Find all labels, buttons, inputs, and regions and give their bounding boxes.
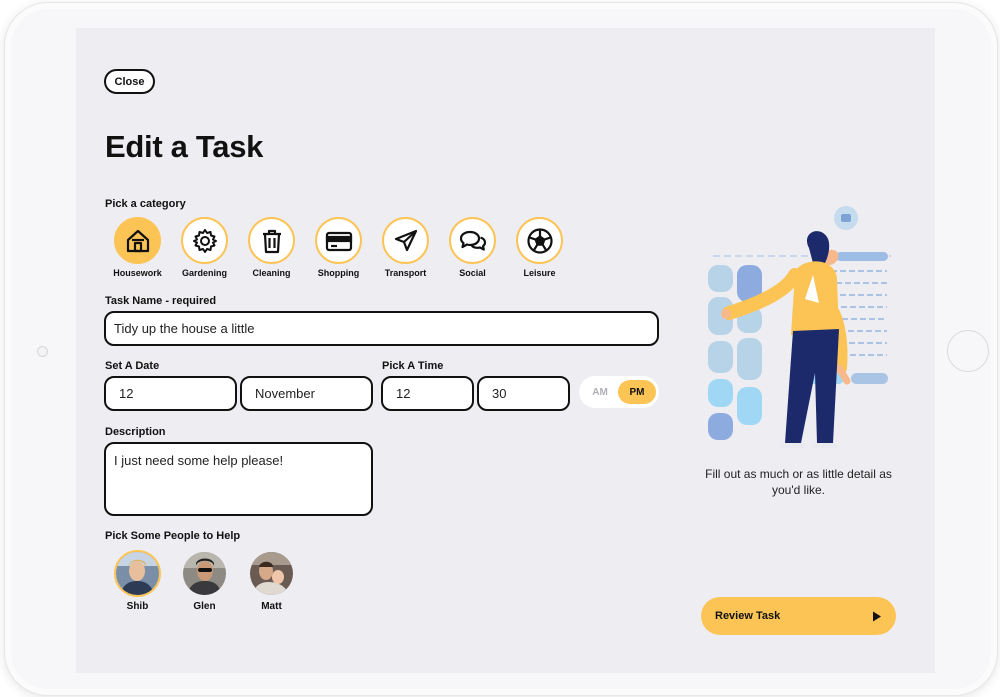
hint-text: Fill out as much or as little detail as … [705,467,892,497]
task-name-label: Task Name - required [105,295,217,307]
category-label-text: Gardening [181,268,227,278]
play-arrow-icon [873,611,881,621]
chat-bubbles-icon [459,230,486,251]
category-gardening[interactable]: Gardening [171,217,238,278]
person-name: Glen [193,601,216,612]
credit-card-icon [325,231,352,251]
category-cleaning[interactable]: Cleaning [238,217,305,278]
review-task-button[interactable]: Review Task [701,597,896,635]
avatar [114,550,161,597]
person-name: Matt [261,601,282,612]
gear-icon [192,228,217,253]
category-label-text: Leisure [523,268,556,278]
house-icon [126,229,149,252]
screen: Close Edit a Task Pick a category Housew… [76,28,935,673]
category-picker: Housework Gardening Cleaning Shopping Tr… [104,217,573,278]
camera [37,346,48,357]
close-button[interactable]: Close [104,69,155,94]
people-label: Pick Some People to Help [105,530,241,542]
person-shib[interactable]: Shib [104,550,171,612]
category-transport[interactable]: Transport [372,217,439,278]
category-leisure[interactable]: Leisure [506,217,573,278]
category-label-text: Social [459,268,486,278]
review-task-label: Review Task [715,610,781,622]
task-name-input[interactable]: Tidy up the house a little [104,311,659,346]
category-shopping[interactable]: Shopping [305,217,372,278]
category-label-text: Cleaning [252,268,291,278]
paper-plane-icon [394,229,417,251]
person-matt[interactable]: Matt [238,550,305,612]
date-day-input[interactable]: 12 [104,376,237,411]
helper-illustration [708,206,891,448]
avatar [181,550,228,597]
category-housework[interactable]: Housework [104,217,171,278]
description-textarea[interactable]: I just need some help please! [104,442,373,516]
soccer-ball-icon [526,227,553,254]
people-picker: Shib Glen Matt [104,550,305,612]
date-month-input[interactable]: November [240,376,373,411]
am-pm-toggle[interactable]: AM PM [579,376,659,408]
time-minute-input[interactable]: 30 [477,376,570,411]
category-label-text: Housework [113,268,162,278]
category-social[interactable]: Social [439,217,506,278]
category-label-text: Shopping [317,268,360,278]
am-option[interactable]: AM [582,387,618,398]
description-label: Description [105,426,166,438]
time-hour-input[interactable]: 12 [381,376,474,411]
trash-icon [262,229,281,253]
pm-option[interactable]: PM [618,380,656,404]
home-button[interactable] [947,330,989,372]
time-label: Pick A Time [382,360,444,372]
avatar [248,550,295,597]
person-glen[interactable]: Glen [171,550,238,612]
tablet-frame: Close Edit a Task Pick a category Housew… [4,2,998,696]
page-title: Edit a Task [105,129,264,164]
date-label: Set A Date [105,360,160,372]
person-name: Shib [126,601,149,612]
category-label: Pick a category [105,198,186,210]
category-label-text: Transport [384,268,427,278]
